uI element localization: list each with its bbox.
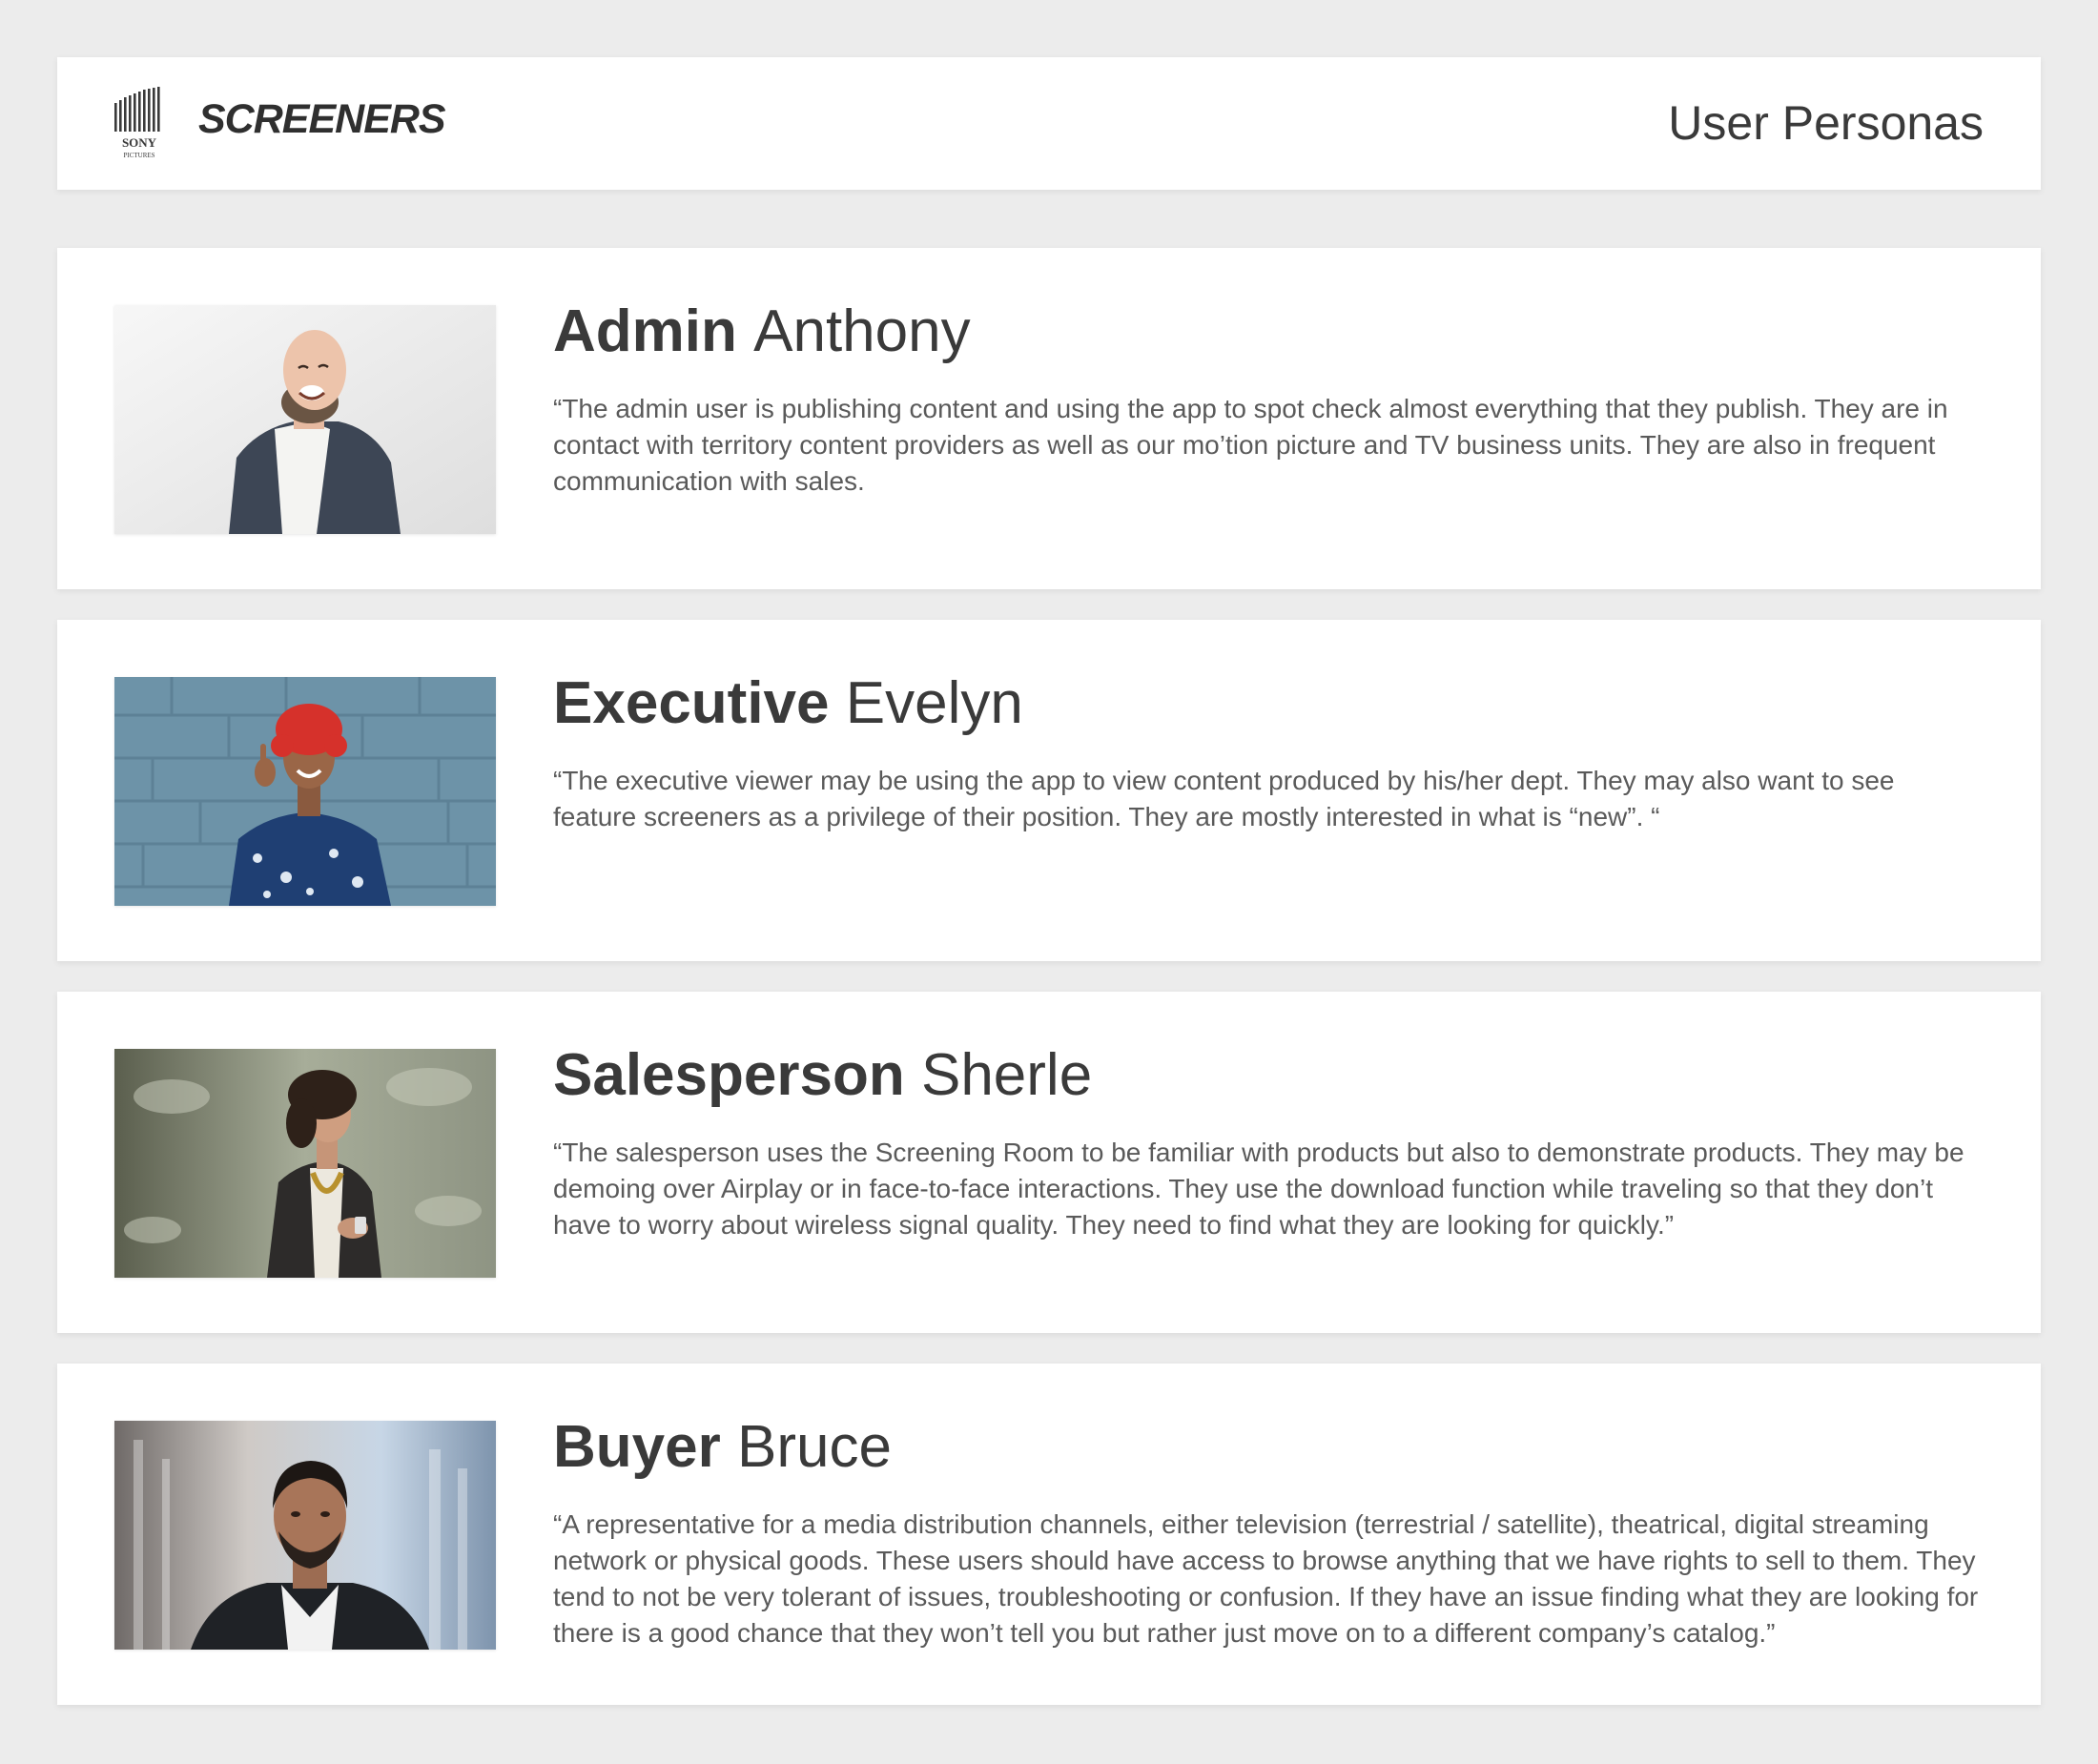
persona-first-name: Bruce <box>736 1414 892 1480</box>
persona-photo-buyer <box>114 1421 496 1650</box>
persona-card-buyer: Buyer Bruce “A representative for a medi… <box>57 1364 2041 1705</box>
persona-role: Salesperson <box>553 1042 905 1108</box>
persona-name: Executive Evelyn <box>553 670 1023 736</box>
persona-role: Executive <box>553 670 830 736</box>
persona-card-salesperson: Salesperson Sherle “The salesperson uses… <box>57 992 2041 1333</box>
page-title: User Personas <box>1668 96 1984 150</box>
brand-title: SCREENERS <box>198 96 446 142</box>
persona-role: Buyer <box>553 1414 721 1480</box>
persona-quote: “The salesperson uses the Screening Room… <box>553 1138 1964 1240</box>
persona-name: Salesperson Sherle <box>553 1042 1093 1108</box>
persona-first-name: Evelyn <box>845 670 1023 736</box>
persona-name: Buyer Bruce <box>553 1414 892 1480</box>
persona-photo-admin <box>114 305 496 534</box>
persona-quote: “A representative for a media distributi… <box>553 1509 1979 1648</box>
persona-quote: “The executive viewer may be using the a… <box>553 766 1895 831</box>
svg-text:SONY: SONY <box>122 135 157 150</box>
persona-card-executive: Executive Evelyn “The executive viewer m… <box>57 620 2041 961</box>
persona-first-name: Sherle <box>920 1042 1093 1108</box>
persona-photo-executive <box>114 677 496 906</box>
persona-photo-salesperson <box>114 1049 496 1278</box>
header-bar: SONY PICTURES SCREENERS User Personas <box>57 57 2041 190</box>
sony-pictures-logo: SONY PICTURES <box>113 86 166 164</box>
persona-role: Admin <box>553 298 737 364</box>
persona-card-admin: Admin Anthony “The admin user is publish… <box>57 248 2041 589</box>
svg-text:PICTURES: PICTURES <box>123 152 154 159</box>
persona-name: Admin Anthony <box>553 298 971 364</box>
persona-quote: “The admin user is publishing content an… <box>553 394 1948 496</box>
persona-first-name: Anthony <box>753 298 971 364</box>
